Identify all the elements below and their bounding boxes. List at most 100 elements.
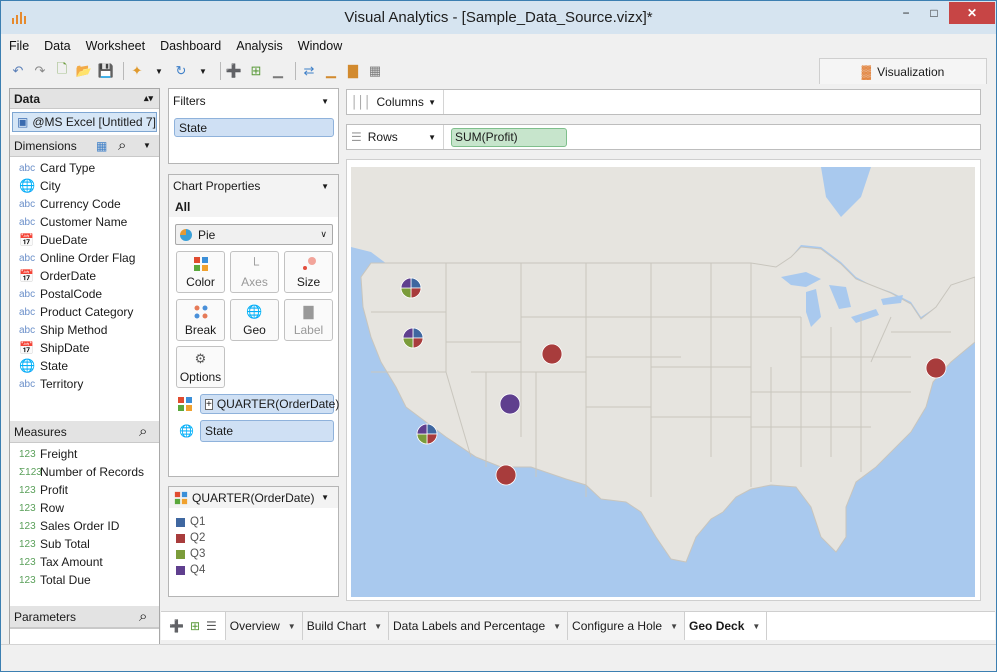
dropdown-icon[interactable]: ▼ [553, 622, 561, 631]
size-button[interactable]: Size [284, 251, 333, 293]
bar-chart-icon[interactable]: ▁ [269, 62, 287, 80]
field-currency-code[interactable]: abc Currency Code [10, 195, 159, 213]
usa-map[interactable] [351, 167, 975, 597]
chart-type-select[interactable]: Pie ∨ [175, 224, 333, 245]
dropdown-icon[interactable]: ▼ [321, 97, 329, 106]
field-orderdate[interactable]: 📅 OrderDate [10, 267, 159, 285]
pie-slice-q2[interactable] [925, 357, 947, 379]
color-button[interactable]: Color [176, 251, 225, 293]
columns-shelf[interactable]: │││ Columns ▼ [346, 89, 981, 115]
new-worksheet-icon[interactable]: ✦ [128, 62, 146, 80]
add-chart-icon[interactable]: ➕ [225, 62, 243, 80]
save-icon[interactable]: 💾 [97, 62, 115, 80]
field-ship-method[interactable]: abc Ship Method [10, 321, 159, 339]
field-sales-order-id[interactable]: 123 Sales Order ID [10, 517, 159, 535]
tab-data-labels-and-percentage[interactable]: Data Labels and Percentage ▼ [389, 612, 569, 640]
pie-wyoming[interactable] [541, 343, 563, 365]
rows-shelf[interactable]: ☰ Rows ▼ SUM(Profit) [346, 124, 981, 150]
menu-file[interactable]: File [9, 39, 29, 57]
menu-data[interactable]: Data [44, 39, 70, 57]
add-dashboard-icon[interactable]: ⊞ [190, 619, 200, 633]
field-product-category[interactable]: abc Product Category [10, 303, 159, 321]
field-shipdate[interactable]: 📅 ShipDate [10, 339, 159, 357]
field-profit[interactable]: 123 Profit [10, 481, 159, 499]
legend-item[interactable]: Q3 [169, 546, 338, 562]
sort-arrows-icon[interactable]: ▴▾ [144, 93, 153, 104]
menu-dashboard[interactable]: Dashboard [160, 39, 221, 57]
field-card-type[interactable]: abc Card Type [10, 159, 159, 177]
pie-slice-q4[interactable] [499, 393, 521, 415]
pie-california[interactable] [416, 423, 438, 445]
dropdown-icon[interactable]: ▼ [670, 622, 678, 631]
search-icon[interactable]: ⌕ [139, 423, 147, 440]
legend-item[interactable]: Q4 [169, 562, 338, 578]
datasource-item[interactable]: ▣ @MS Excel [Untitled 7] [12, 112, 157, 132]
dropdown-icon[interactable]: ▼ [374, 622, 382, 631]
pie-utah[interactable] [499, 393, 521, 415]
filter-pill-state[interactable]: State [174, 118, 334, 137]
field-sub-total[interactable]: 123 Sub Total [10, 535, 159, 553]
axes-button[interactable]: └ Axes [230, 251, 279, 293]
dropdown-icon[interactable]: ▼ [194, 62, 212, 80]
pie-new-york[interactable] [925, 357, 947, 379]
legend-item[interactable]: Q1 [169, 514, 338, 530]
break-button[interactable]: Break [176, 299, 225, 341]
field-total-due[interactable]: 123 Total Due [10, 571, 159, 589]
field-duedate[interactable]: 📅 DueDate [10, 231, 159, 249]
dropdown-icon[interactable]: ▼ [428, 98, 436, 107]
group-icon[interactable]: ▦ [366, 62, 384, 80]
geo-button[interactable]: 🌐 Geo [230, 299, 279, 341]
menu-analysis[interactable]: Analysis [236, 39, 283, 57]
pie-slice-q2[interactable] [541, 343, 563, 365]
dropdown-icon[interactable]: ▼ [321, 182, 329, 191]
label-button[interactable]: ▇ Label [284, 299, 333, 341]
field-number-of-records[interactable]: Σ123 Number of Records [10, 463, 159, 481]
legend-item[interactable]: Q2 [169, 530, 338, 546]
tab-overview[interactable]: Overview ▼ [225, 612, 303, 640]
pie-arizona[interactable] [495, 464, 517, 486]
undo-icon[interactable]: ↶ [9, 62, 27, 80]
redo-icon[interactable]: ↷ [31, 62, 49, 80]
open-folder-icon[interactable]: 📂 [75, 62, 93, 80]
new-file-icon[interactable]: 🗋 [53, 61, 71, 80]
field-freight[interactable]: 123 Freight [10, 445, 159, 463]
dropdown-icon[interactable]: ▼ [752, 622, 760, 631]
dropdown-icon[interactable]: ▼ [143, 141, 151, 150]
rows-pill-sum-profit[interactable]: SUM(Profit) [451, 127, 567, 147]
field-customer-name[interactable]: abc Customer Name [10, 213, 159, 231]
dropdown-icon[interactable]: ▼ [150, 62, 168, 80]
search-icon[interactable]: ⌕ [139, 608, 147, 625]
pie-washington[interactable] [400, 277, 422, 299]
tab-configure-a-hole[interactable]: Configure a Hole ▼ [568, 612, 686, 640]
geo-field-pill[interactable]: State [200, 420, 334, 442]
search-icon[interactable]: ⌕ [118, 137, 126, 154]
menu-worksheet[interactable]: Worksheet [86, 39, 146, 57]
swap-icon[interactable]: ⇄ [300, 62, 318, 80]
field-territory[interactable]: abc Territory [10, 375, 159, 393]
pie-oregon[interactable] [402, 327, 424, 349]
maximize-button[interactable]: □ [921, 2, 947, 24]
table-view-icon[interactable]: ▦ [96, 139, 107, 153]
field-state[interactable]: 🌐 State [10, 357, 159, 375]
menu-window[interactable]: Window [298, 39, 342, 57]
add-worksheet-icon[interactable]: ➕ [169, 619, 184, 633]
add-grid-icon[interactable]: ⊞ [247, 62, 265, 80]
field-city[interactable]: 🌐 City [10, 177, 159, 195]
tab-build-chart[interactable]: Build Chart ▼ [302, 612, 390, 640]
field-row[interactable]: 123 Row [10, 499, 159, 517]
visualization-tab[interactable]: ▓ Visualization [819, 58, 987, 84]
refresh-icon[interactable]: ↻ [172, 62, 190, 80]
tab-geo-deck[interactable]: Geo Deck ▼ [685, 612, 768, 640]
pie-slice-q2[interactable] [495, 464, 517, 486]
close-button[interactable]: ✕ [949, 2, 995, 24]
expand-icon[interactable]: + [205, 398, 213, 410]
field-tax-amount[interactable]: 123 Tax Amount [10, 553, 159, 571]
list-sheets-icon[interactable]: ☰ [206, 619, 217, 633]
sort-descending-icon[interactable]: ▇ [344, 62, 362, 80]
dropdown-icon[interactable]: ▼ [288, 622, 296, 631]
field-postalcode[interactable]: abc PostalCode [10, 285, 159, 303]
sort-ascending-icon[interactable]: ▁ [322, 62, 340, 80]
minimize-button[interactable]: − [893, 2, 919, 24]
dropdown-icon[interactable]: ▼ [428, 133, 436, 142]
field-online-order-flag[interactable]: abc Online Order Flag [10, 249, 159, 267]
